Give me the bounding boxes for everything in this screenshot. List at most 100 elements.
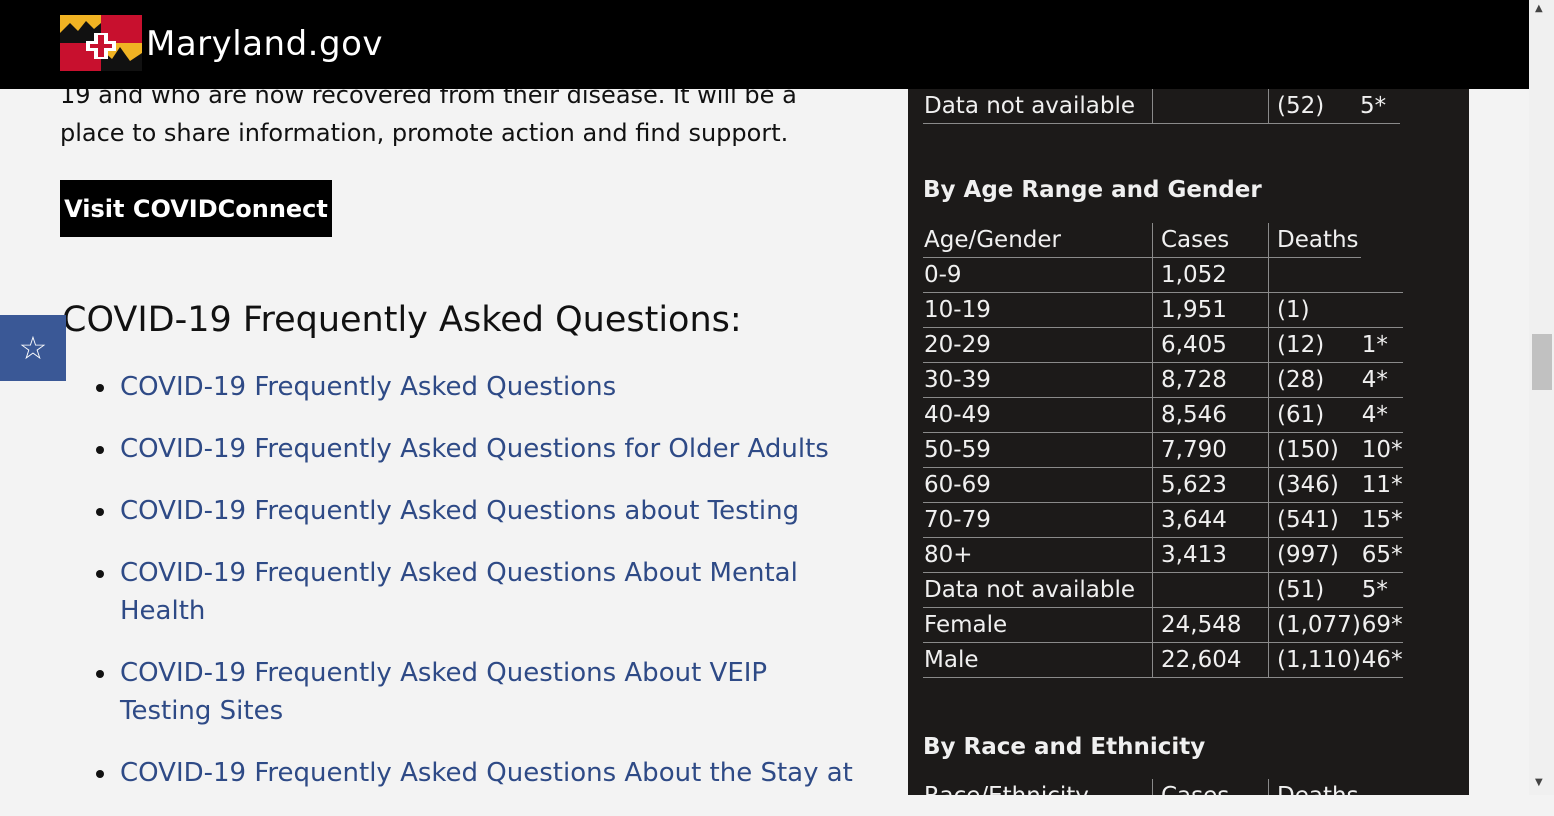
age-gender-table: Age/Gender Cases Deaths 0-9 1,052 10-19 1,9… [923,223,1403,678]
faq-heading: COVID-19 Frequently Asked Questions: [62,300,742,340]
table-row: 70-79 3,644 (541) 15* [923,502,1403,538]
scroll-up-arrow-icon[interactable]: ▲ [1535,3,1543,14]
table-cell: 1,052 [1152,257,1269,293]
table-cell: 70-79 [923,502,1153,538]
race-section-title: By Race and Ethnicity [923,734,1206,760]
faq-link[interactable]: COVID-19 Frequently Asked Questions Abou… [120,658,767,726]
column-header: Race/Ethnicity [923,779,1153,795]
table-cell: Data not available [923,572,1153,608]
table-cell: 5* [1360,572,1403,608]
table-header-row: Age/Gender Cases Deaths [923,223,1403,258]
table-cell: 3,413 [1152,537,1269,573]
list-item: COVID-19 Frequently Asked Questions for … [96,430,856,468]
table-cell [1360,257,1403,293]
table-row: 30-39 8,728 (28) 4* [923,362,1403,398]
table-cell: (51) [1268,572,1361,608]
list-item: COVID-19 Frequently Asked Questions [96,368,856,406]
table-cell: (12) [1268,327,1361,363]
table-cell [1359,779,1400,795]
faq-link[interactable]: COVID-19 Frequently Asked Questions Abou… [120,758,853,788]
list-item: COVID-19 Frequently Asked Questions Abou… [96,754,856,792]
table-cell: 6,405 [1152,327,1269,363]
faq-link[interactable]: COVID-19 Frequently Asked Questions abou… [120,496,799,526]
table-cell: 5,623 [1152,467,1269,503]
visit-covidconnect-button[interactable]: Visit COVIDConnect [60,180,332,237]
table-row: Data not available (51) 5* [923,572,1403,608]
table-cell: 4* [1360,362,1403,398]
table-cell: 20-29 [923,327,1153,363]
table-cell: 10* [1360,432,1403,468]
table-cell: 60-69 [923,467,1153,503]
table-cell: Male [923,642,1153,678]
table-cell [1361,223,1403,258]
table-row: 20-29 6,405 (12) 1* [923,327,1403,363]
race-ethnicity-table: Race/Ethnicity Cases Deaths [923,779,1400,795]
table-row: Male 22,604 (1,110) 46* [923,642,1403,678]
table-cell: (61) [1268,397,1361,433]
scroll-down-arrow-icon[interactable]: ▼ [1535,777,1543,788]
table-row: 60-69 5,623 (346) 11* [923,467,1403,503]
table-cell: 8,728 [1152,362,1269,398]
table-row: 80+ 3,413 (997) 65* [923,537,1403,573]
table-cell: 0-9 [923,257,1153,293]
scrollbar-thumb[interactable] [1532,334,1552,390]
table-cell: 50-59 [923,432,1153,468]
table-cell: 46* [1360,642,1403,678]
table-cell: 24,548 [1152,607,1269,643]
table-cell: 1,951 [1152,292,1269,328]
table-cell: 3,644 [1152,502,1269,538]
data-panel: Data not available (52) 5* By Age Range … [908,89,1469,795]
table-cell: 1* [1360,327,1403,363]
table-cell [1268,257,1361,293]
site-header: Maryland.gov [0,0,1529,89]
faq-link[interactable]: COVID-19 Frequently Asked Questions [120,372,616,402]
table-cell: Data not available [923,89,1153,124]
table-cell: 80+ [923,537,1153,573]
table-row: 50-59 7,790 (150) 10* [923,432,1403,468]
list-item: COVID-19 Frequently Asked Questions Abou… [96,554,856,630]
table-cell: 5* [1359,89,1400,124]
table-cell: (346) [1268,467,1361,503]
table-row: 10-19 1,951 (1) [923,292,1403,328]
faq-list: COVID-19 Frequently Asked Questions COVI… [96,368,856,816]
age-section-title: By Age Range and Gender [923,177,1262,203]
table-cell: (1) [1268,292,1361,328]
table-cell: 4* [1360,397,1403,433]
table-cell: (1,077) [1268,607,1361,643]
top-table: Data not available (52) 5* [923,89,1400,124]
table-cell: 22,604 [1152,642,1269,678]
list-item: COVID-19 Frequently Asked Questions abou… [96,492,856,530]
list-item: COVID-19 Frequently Asked Questions Abou… [96,654,856,730]
table-cell [1360,292,1403,328]
star-icon: ☆ [18,329,48,367]
column-header: Cases [1152,223,1269,258]
column-header: Deaths [1268,779,1359,795]
table-cell: Female [923,607,1153,643]
table-cell: 40-49 [923,397,1153,433]
table-cell: 65* [1360,537,1403,573]
table-cell: 15* [1360,502,1403,538]
table-cell: (1,110) [1268,642,1361,678]
table-cell: 8,546 [1152,397,1269,433]
faq-link[interactable]: COVID-19 Frequently Asked Questions Abou… [120,558,798,626]
table-cell: (150) [1268,432,1361,468]
table-cell [1152,572,1269,608]
column-header: Deaths [1268,223,1361,258]
scrollbar[interactable] [1529,0,1554,795]
column-header: Age/Gender [923,223,1153,258]
maryland-flag-logo[interactable] [60,15,142,71]
column-header: Cases [1152,779,1269,795]
faq-link[interactable]: COVID-19 Frequently Asked Questions for … [120,434,829,464]
table-row: 40-49 8,546 (61) 4* [923,397,1403,433]
table-row: Data not available (52) 5* [923,89,1400,124]
site-brand[interactable]: Maryland.gov [146,24,383,64]
table-cell: (28) [1268,362,1361,398]
table-cell [1152,89,1269,124]
table-cell: (541) [1268,502,1361,538]
favorite-button[interactable]: ☆ [0,315,66,381]
table-cell: (52) [1268,89,1359,124]
table-row: Female 24,548 (1,077) 69* [923,607,1403,643]
table-header-row: Race/Ethnicity Cases Deaths [923,779,1400,795]
table-cell: 69* [1360,607,1403,643]
table-cell: 30-39 [923,362,1153,398]
